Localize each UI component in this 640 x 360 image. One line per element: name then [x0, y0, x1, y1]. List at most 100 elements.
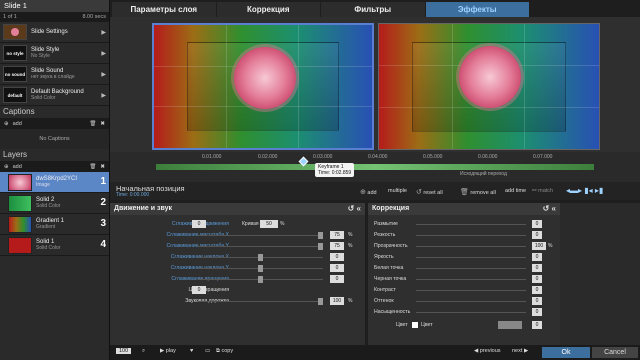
- param-slider[interactable]: [198, 298, 323, 305]
- corr-value[interactable]: 0: [532, 220, 542, 228]
- search-icon[interactable]: ⌕: [142, 348, 145, 355]
- curve-value[interactable]: 50: [260, 220, 278, 228]
- slide-settings-item[interactable]: Slide Settings ▶: [0, 22, 109, 43]
- tab-effects[interactable]: Эффекты: [425, 2, 529, 17]
- corr-value[interactable]: 0: [532, 308, 542, 316]
- outgoing-transition-label: Исходящий переход: [460, 171, 507, 177]
- corr-slider[interactable]: [416, 268, 526, 269]
- reset-collapse-icons[interactable]: ↺ «: [348, 203, 361, 215]
- corr-slider[interactable]: [416, 312, 526, 313]
- color-value[interactable]: 0: [532, 321, 542, 329]
- corr-slider[interactable]: [416, 224, 526, 225]
- end-preview[interactable]: [378, 23, 600, 150]
- start-preview[interactable]: [152, 23, 374, 150]
- reset-all-button[interactable]: ↺ reset all: [416, 188, 443, 196]
- layers-add-button[interactable]: add: [13, 164, 22, 170]
- tab-correction[interactable]: Коррекция: [216, 2, 320, 17]
- flower-image[interactable]: [234, 47, 296, 109]
- layer-item[interactable]: Solid 1 Solid Color 4: [0, 235, 109, 256]
- chevron-right-icon: ▶: [101, 30, 106, 36]
- corr-value[interactable]: 0: [532, 286, 542, 294]
- captions-title: Captions: [0, 106, 109, 118]
- layer-item[interactable]: Solid 2 Solid Color 2: [0, 193, 109, 214]
- corr-value[interactable]: 0: [532, 264, 542, 272]
- default-background-item[interactable]: default Default Background Solid Color ▶: [0, 85, 109, 106]
- param-slider[interactable]: [198, 232, 323, 239]
- ok-button[interactable]: Ok: [542, 347, 590, 358]
- previous-button[interactable]: ◀ previous: [474, 348, 501, 354]
- layer-item[interactable]: Gradient 1 Gradient 3: [0, 214, 109, 235]
- param-value[interactable]: 0: [192, 220, 206, 228]
- timeline[interactable]: 0.01.000 0.02.000 0.03.000 0.04.000 0.05…: [110, 152, 640, 182]
- add-keyframe-button[interactable]: ⊕ add: [360, 188, 377, 196]
- timeline-track[interactable]: [156, 164, 594, 170]
- param-value[interactable]: 100: [330, 297, 344, 305]
- param-value[interactable]: 0: [330, 253, 344, 261]
- param-value[interactable]: 0: [330, 264, 344, 272]
- layer-sub: Solid Color: [36, 245, 61, 251]
- corr-value[interactable]: 0: [532, 275, 542, 283]
- add-icon[interactable]: ⊕: [4, 164, 9, 170]
- add-time-button[interactable]: add time: [505, 188, 526, 194]
- add-keyframe-label: add: [367, 190, 377, 196]
- param-slider[interactable]: [198, 243, 323, 250]
- param-slider[interactable]: [198, 265, 323, 272]
- param-value[interactable]: 75: [330, 231, 344, 239]
- corr-slider[interactable]: [416, 290, 526, 291]
- layers-toolbar: ⊕ add 🗑 ✖: [0, 161, 109, 172]
- param-value[interactable]: 75: [330, 242, 344, 250]
- tools-icon[interactable]: ✖: [100, 121, 105, 127]
- next-button[interactable]: next ▶: [512, 348, 528, 354]
- corr-value[interactable]: 0: [532, 297, 542, 305]
- color-checkbox[interactable]: [412, 322, 418, 328]
- default-background-thumb: default: [3, 87, 27, 103]
- param-slider[interactable]: [198, 276, 323, 283]
- layer-item[interactable]: dwS8Krpd2YCI Image 1: [0, 172, 109, 193]
- copy-button[interactable]: ⧉ copy: [216, 348, 233, 355]
- corr-value[interactable]: 0: [532, 253, 542, 261]
- zoom-input[interactable]: 100: [116, 348, 132, 354]
- corr-slider[interactable]: [416, 301, 526, 302]
- corr-label: Прозрачность: [374, 243, 408, 249]
- tab-filters[interactable]: Фильтры: [321, 2, 425, 17]
- slide-duration[interactable]: 8.00 secs: [82, 12, 106, 22]
- previous-label: previous: [479, 348, 501, 354]
- timeline-tick: 0.02.000: [258, 154, 278, 160]
- corr-slider[interactable]: [416, 257, 526, 258]
- match-label: match: [538, 188, 554, 194]
- param-value[interactable]: 0: [330, 275, 344, 283]
- trash-icon[interactable]: 🗑: [89, 164, 96, 170]
- chevron-right-icon: ▶: [101, 72, 106, 78]
- match-button[interactable]: ⚯ match: [532, 188, 553, 194]
- favorite-icon[interactable]: ♥: [190, 348, 193, 354]
- param-slider[interactable]: [198, 254, 323, 261]
- tools-icon[interactable]: ✖: [100, 164, 105, 170]
- color-swatch[interactable]: [498, 321, 522, 329]
- cancel-button[interactable]: Cancel: [592, 347, 638, 358]
- tray-icon[interactable]: ▭: [205, 348, 210, 354]
- arrow-right-icon: ▶: [523, 348, 529, 354]
- multiple-button[interactable]: multiple: [388, 188, 407, 194]
- corr-value[interactable]: 100: [532, 242, 546, 250]
- nav-keyframe-controls[interactable]: ◂▬▸ ▮◂ ▸▮: [566, 186, 603, 195]
- slide-style-item[interactable]: no style Slide Style No Style ▶: [0, 43, 109, 64]
- slide-sound-item[interactable]: no sound Slide Sound нет звука в слайде ▶: [0, 64, 109, 85]
- color-label: Цвет: [396, 322, 408, 328]
- play-button[interactable]: ▶ play: [160, 348, 176, 354]
- chevron-right-icon: ▶: [101, 51, 106, 57]
- remove-all-button[interactable]: 🗑 remove all: [460, 188, 496, 196]
- timeline-tick: 0.04.000: [368, 154, 388, 160]
- tab-layer-params[interactable]: Параметры слоя: [112, 2, 216, 17]
- motion-row: Звуковая дорожка100%: [110, 296, 365, 307]
- slide-sound-thumb: no sound: [3, 66, 27, 82]
- reset-collapse-icons[interactable]: ↺ «: [543, 203, 556, 215]
- corr-slider[interactable]: [416, 246, 526, 247]
- corr-value[interactable]: 0: [532, 231, 542, 239]
- corr-slider[interactable]: [416, 279, 526, 280]
- corr-slider[interactable]: [416, 235, 526, 236]
- param-value[interactable]: 0: [192, 286, 206, 294]
- add-icon[interactable]: ⊕: [4, 121, 9, 127]
- corr-unit: %: [548, 243, 553, 249]
- trash-icon[interactable]: 🗑: [89, 121, 96, 127]
- captions-add-button[interactable]: add: [13, 121, 22, 127]
